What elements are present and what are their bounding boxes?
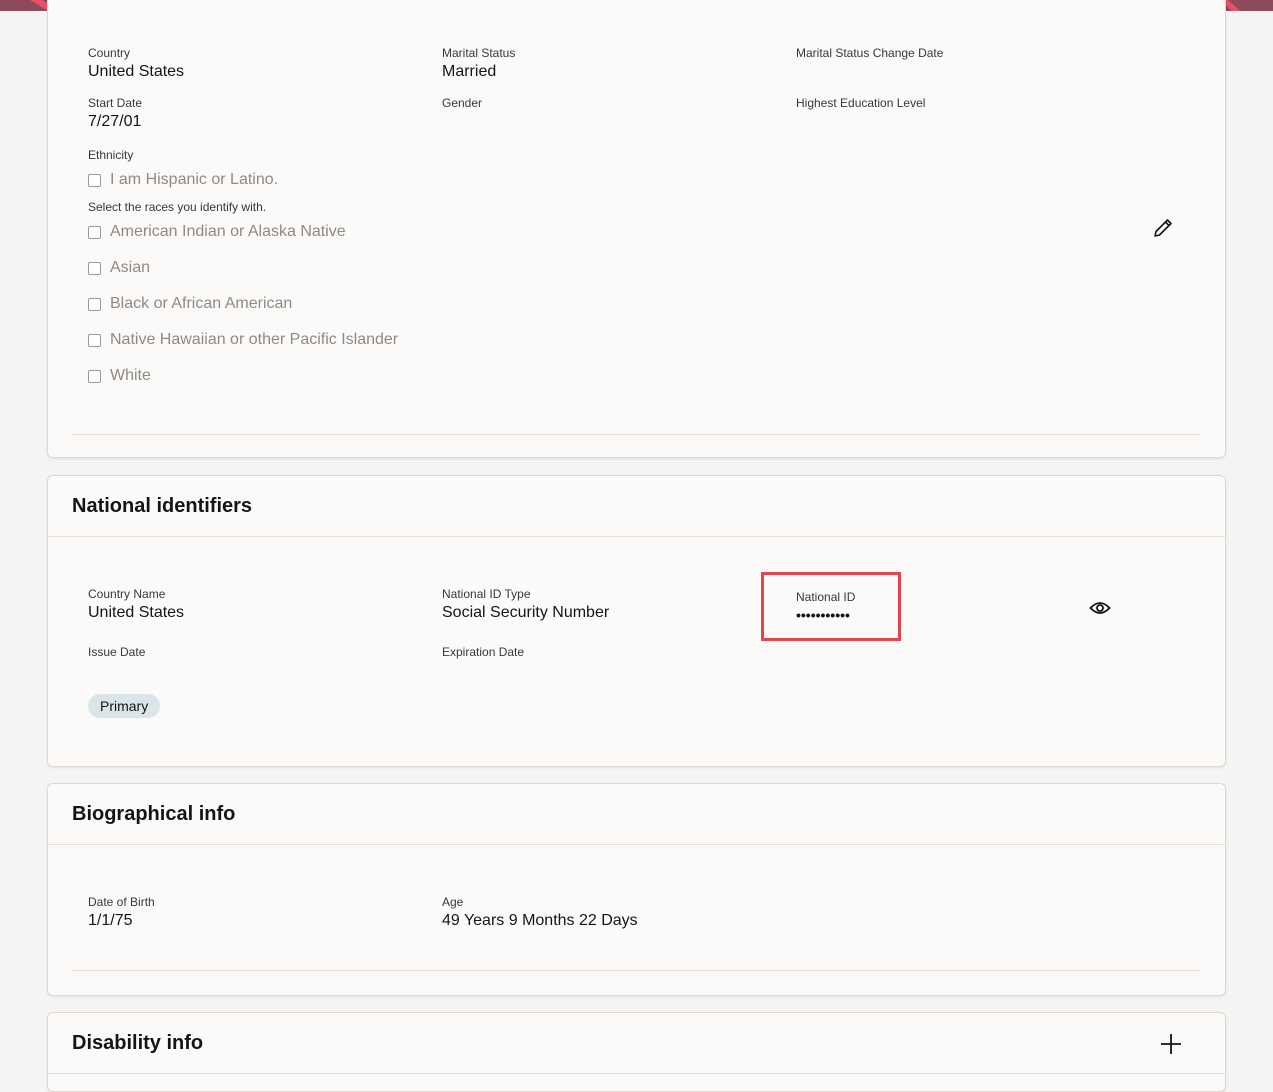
race-checkbox-label: White (110, 367, 151, 384)
date-of-birth-field: Date of Birth 1/1/75 (88, 895, 155, 931)
race-checkbox[interactable] (88, 369, 101, 383)
races-label-text: Select the races you identify with. (88, 200, 267, 214)
race-checkbox-label: Native Hawaiian or other Pacific Islande… (110, 331, 399, 348)
national-id-type-field: National ID Type Social Security Number (442, 587, 609, 623)
marital-status-value: Married (442, 63, 497, 80)
expiration-date-field: Expiration Date (442, 645, 524, 659)
national-identifiers-title: National identifiers (72, 495, 253, 517)
card-header: Biographical info (48, 784, 1225, 845)
hispanic-checkbox-label: I am Hispanic or Latino. (110, 171, 279, 188)
disability-info-card: Disability info (47, 1012, 1226, 1092)
race-checkbox[interactable] (88, 261, 101, 275)
date-of-birth-label: Date of Birth (88, 895, 155, 909)
age-value: 49 Years 9 Months 22 Days (442, 912, 638, 929)
race-checkbox-row[interactable]: Asian (88, 259, 150, 277)
marital-status-label: Marital Status (442, 46, 516, 60)
card-header: National identifiers (48, 476, 1225, 537)
start-date-value: 7/27/01 (88, 113, 142, 130)
race-checkbox-row[interactable]: Native Hawaiian or other Pacific Islande… (88, 331, 398, 349)
age-field: Age 49 Years 9 Months 22 Days (442, 895, 638, 931)
country-value: United States (88, 63, 185, 80)
eye-icon (1089, 602, 1111, 614)
hispanic-checkbox[interactable] (88, 173, 101, 187)
section-divider (72, 970, 1201, 971)
race-checkbox-row[interactable]: White (88, 367, 151, 385)
country-name-label: Country Name (88, 587, 166, 601)
races-label: Select the races you identify with. (88, 200, 266, 214)
marital-status-field: Marital Status Married (442, 46, 515, 82)
edit-button[interactable] (1149, 214, 1177, 242)
start-date-label: Start Date (88, 96, 143, 110)
biographical-info-card: Biographical info Date of Birth 1/1/75 A… (47, 783, 1226, 996)
gender-field: Gender (442, 96, 482, 110)
race-checkbox-row[interactable]: American Indian or Alaska Native (88, 223, 346, 241)
start-date-field: Start Date 7/27/01 (88, 96, 142, 132)
marital-status-change-date-field: Marital Status Change Date (796, 46, 943, 60)
age-label: Age (442, 895, 464, 909)
race-checkbox[interactable] (88, 333, 101, 347)
country-name-field: Country Name United States (88, 587, 184, 623)
expiration-date-label: Expiration Date (442, 645, 525, 659)
add-disability-button[interactable] (1157, 1030, 1185, 1058)
card-header: Disability info (48, 1013, 1225, 1074)
date-of-birth-value: 1/1/75 (88, 912, 133, 929)
primary-badge: Primary (88, 694, 161, 718)
national-id-type-value: Social Security Number (442, 604, 610, 621)
plus-icon (1161, 1034, 1181, 1054)
ethnicity-label-text: Ethnicity (88, 148, 134, 162)
race-checkbox[interactable] (88, 225, 101, 239)
issue-date-field: Issue Date (88, 645, 145, 659)
hispanic-checkbox-row[interactable]: I am Hispanic or Latino. (88, 171, 278, 189)
race-checkbox-row[interactable]: Black or African American (88, 295, 292, 313)
gender-label: Gender (442, 96, 483, 110)
national-id-label: National ID (796, 590, 856, 604)
country-name-value: United States (88, 604, 185, 621)
pencil-icon (1154, 219, 1172, 237)
race-checkbox-label: Black or African American (110, 295, 293, 312)
race-checkbox-label: Asian (110, 259, 151, 276)
national-id-masked-value: ••••••••••• (796, 607, 850, 623)
race-checkbox[interactable] (88, 297, 101, 311)
ethnicity-label: Ethnicity (88, 148, 133, 162)
national-identifiers-card: National identifiers Country Name United… (47, 475, 1226, 767)
marital-status-change-date-label: Marital Status Change Date (796, 46, 944, 60)
reveal-national-id-button[interactable] (1086, 594, 1114, 622)
education-label: Highest Education Level (796, 96, 926, 110)
national-id-field: National ID ••••••••••• (796, 590, 855, 624)
national-id-type-label: National ID Type (442, 587, 531, 601)
biographical-info-title: Biographical info (72, 803, 236, 825)
section-divider (72, 434, 1201, 435)
country-field: Country United States (88, 46, 184, 82)
race-checkbox-label: American Indian or Alaska Native (110, 223, 346, 240)
education-field: Highest Education Level (796, 96, 925, 110)
country-label: Country (88, 46, 131, 60)
disability-info-title: Disability info (72, 1032, 204, 1054)
issue-date-label: Issue Date (88, 645, 146, 659)
personal-details-card: Country United States Marital Status Mar… (47, 0, 1226, 458)
